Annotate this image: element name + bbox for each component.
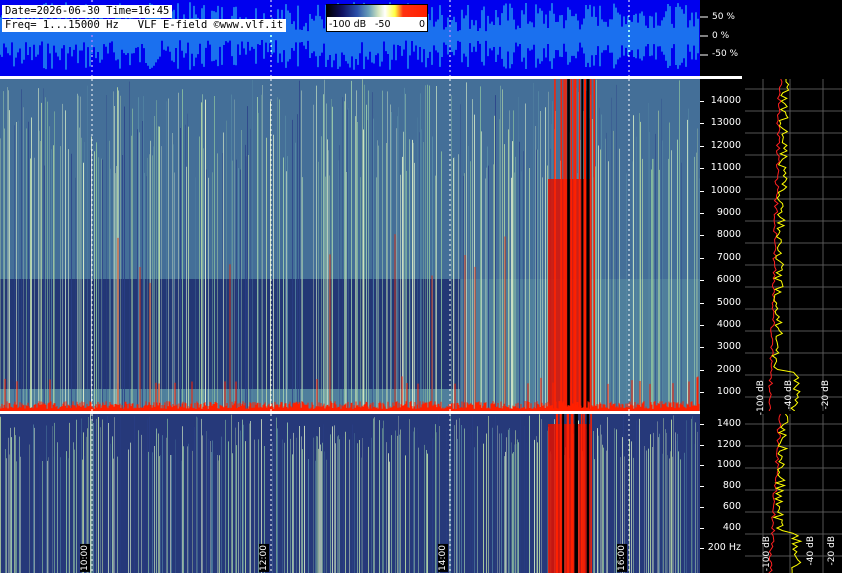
lower-freq-tick-mark (700, 506, 704, 508)
lower-freq-tick-label: 1200 (716, 438, 741, 450)
upper-frequency-axis: 14000 13000 12000 11000 10000 9000 8000 7000 600… (700, 79, 745, 411)
upper-freq-tick-label: 9000 (716, 207, 741, 218)
upper-freq-tick-label: 10000 (710, 184, 741, 196)
upper-freq-tick-mark (700, 190, 704, 192)
lower-freq-tick-mark (700, 465, 704, 467)
upper-freq-tick-label: 11000 (710, 162, 741, 174)
upper-freq-tick-mark (700, 257, 704, 259)
upper-freq-tick-label: 1000 (716, 386, 741, 398)
upper-freq-tick-mark (700, 325, 704, 326)
upper-freq-tick-mark (700, 302, 704, 304)
lower-freq-tick-mark (700, 444, 704, 446)
db-label-upper-min: -100 dB (756, 380, 766, 416)
upper-freq-tick-mark (700, 101, 704, 102)
lower-freq-tick-mark (700, 527, 704, 529)
date-time-label: Date=2026-06-30 Time=16:45 (2, 5, 173, 18)
spectrum-grid (745, 79, 842, 411)
waveform-scale-mid: 0 % (712, 31, 730, 41)
db-label-lower-max: -20 dB (827, 536, 837, 566)
lower-freq-tick-mark (700, 548, 704, 550)
upper-freq-tick-mark (700, 213, 704, 214)
lower-frequency-axis: 1400 1200 1000 800 600 400 200 Hz (700, 414, 745, 573)
lower-freq-tick-mark (700, 424, 704, 425)
time-label-1200: 12:00 (259, 544, 269, 572)
time-label-1600: 16:00 (617, 544, 627, 572)
current-spectrum-line (771, 79, 801, 411)
time-label-1000: 10:00 (80, 544, 90, 572)
upper-freq-tick-label: 5000 (716, 296, 741, 308)
upper-freq-tick-mark (700, 235, 704, 237)
upper-freq-tick-mark (700, 145, 704, 147)
upper-spectrum-plot (745, 79, 842, 411)
color-gradient (327, 5, 427, 17)
upper-freq-tick-mark (700, 123, 704, 125)
upper-freq-tick-label: 4000 (716, 319, 741, 330)
lower-freq-tick-label: 200 Hz (707, 542, 741, 554)
upper-freq-tick-label: 7000 (716, 251, 741, 263)
upper-freq-tick-mark (700, 392, 704, 394)
upper-freq-tick-mark (700, 168, 704, 170)
freq-info-label: Freq= 1...15000 Hz VLF E-field ©www.vlf.… (2, 19, 287, 32)
upper-freq-tick-label: 2000 (716, 363, 741, 375)
colorbar-label-mid: -50 (375, 19, 391, 30)
waveform-scale-bottom: -50 % (712, 49, 739, 59)
db-label-lower-mid: -40 dB (806, 536, 816, 566)
color-scale: -100 dB -50 0 (326, 4, 428, 32)
lower-freq-tick-label: 800 (722, 480, 741, 492)
lower-freq-tick-mark (700, 486, 704, 488)
lower-freq-tick-label: 400 (722, 521, 741, 533)
spectrogram-upper (0, 79, 700, 411)
db-label-upper-mid: -40 dB (784, 380, 794, 410)
waveform-scale-top: 50 % (712, 12, 735, 22)
upper-freq-tick-mark (700, 369, 704, 371)
upper-freq-tick-label: 8000 (716, 229, 741, 241)
upper-freq-tick-mark (700, 280, 704, 282)
lower-freq-tick-label: 1400 (716, 418, 741, 429)
upper-freq-tick-label: 13000 (710, 117, 741, 129)
lower-freq-tick-label: 600 (722, 500, 741, 512)
spectrogram-lower (0, 414, 700, 573)
time-label-1400: 14:00 (438, 544, 448, 572)
average-spectrum-line (768, 79, 783, 411)
colorbar-label-max: 0 (419, 19, 426, 30)
upper-freq-tick-label: 6000 (716, 274, 741, 286)
db-label-lower-min: -100 dB (762, 536, 772, 572)
upper-freq-tick-label: 14000 (710, 95, 741, 106)
colorbar-label-min: -100 dB (329, 19, 367, 30)
db-label-upper-max: -20 dB (821, 380, 831, 410)
upper-freq-tick-label: 12000 (710, 139, 741, 151)
upper-freq-tick-label: 3000 (716, 341, 741, 353)
lower-freq-tick-label: 1000 (716, 459, 741, 471)
waveform-scale-ticks (700, 16, 708, 56)
upper-freq-tick-mark (700, 347, 704, 349)
current-spectrum-line (772, 414, 803, 573)
